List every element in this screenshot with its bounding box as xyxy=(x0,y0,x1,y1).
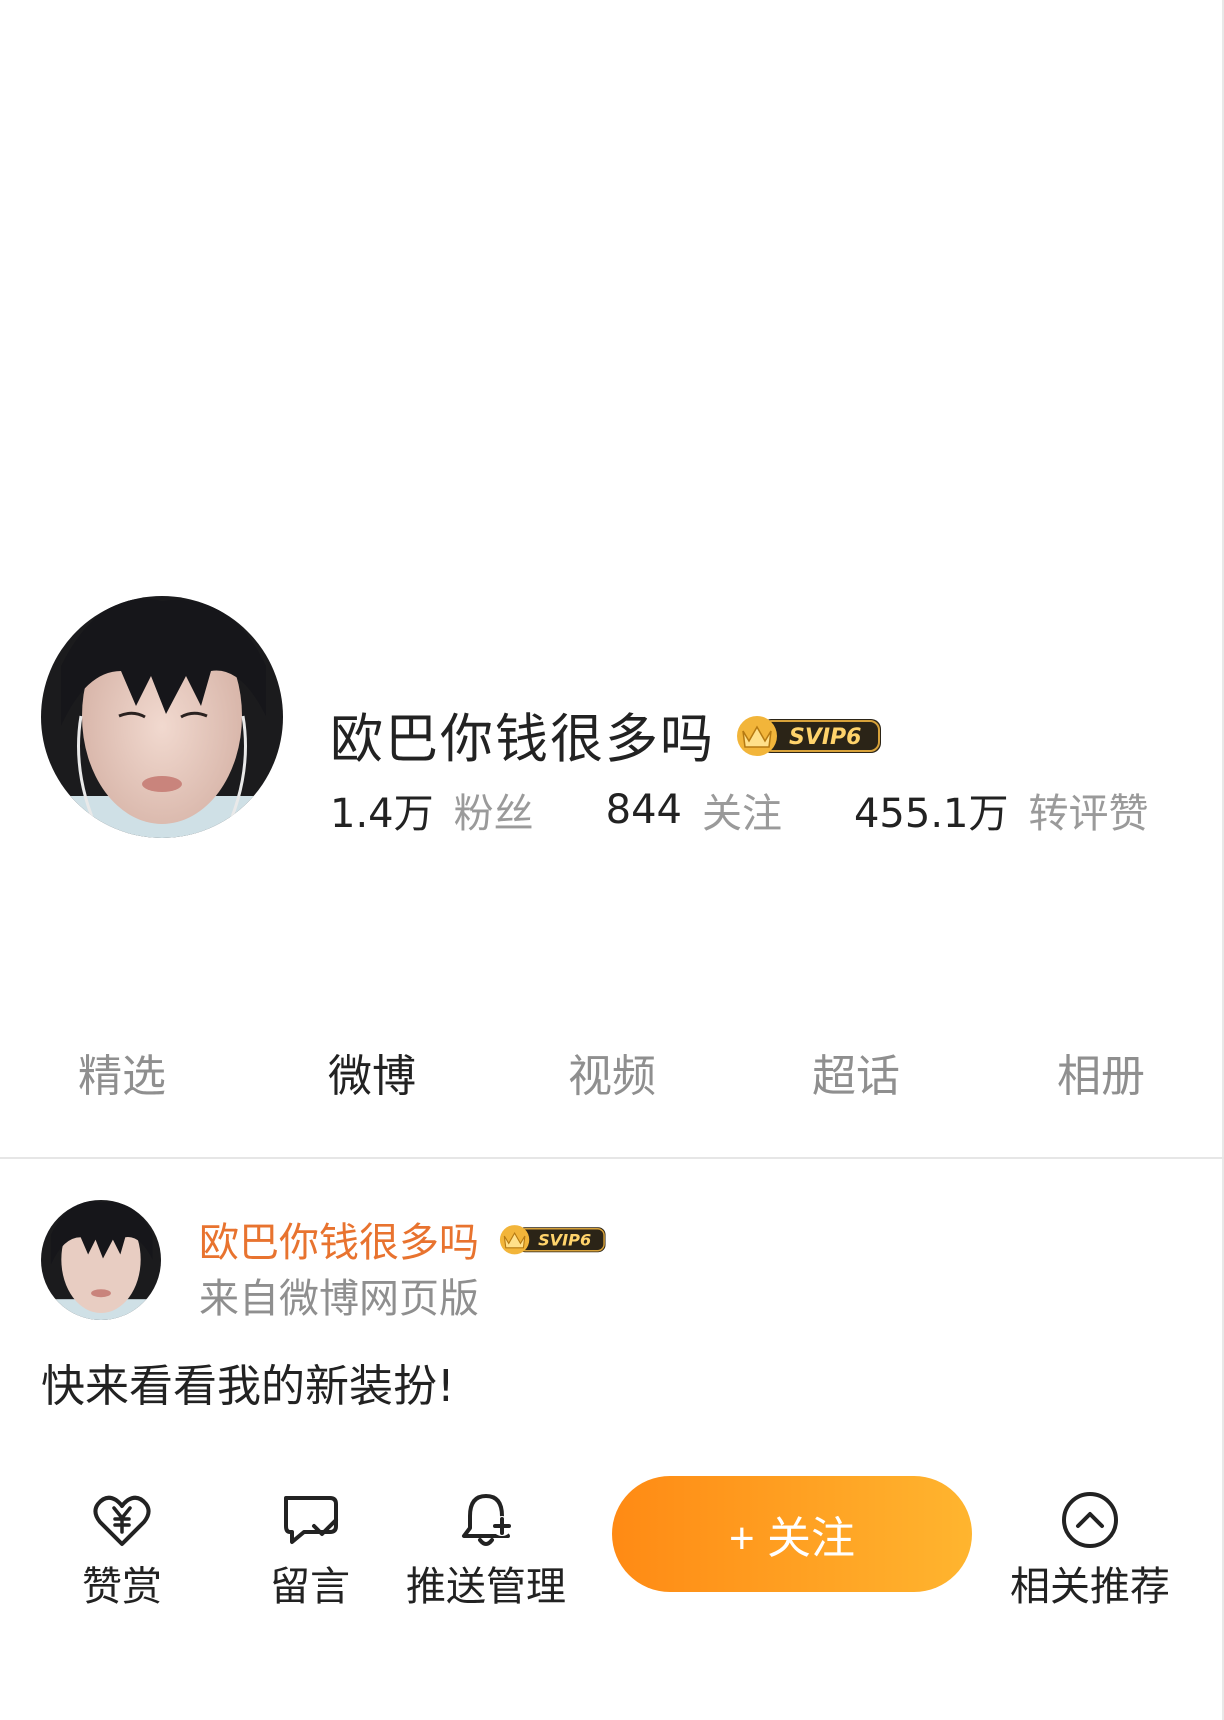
push-settings-label: 推送管理 xyxy=(406,1564,566,1610)
post-author-avatar[interactable] xyxy=(41,1200,161,1320)
crown-icon: SVIP6 xyxy=(499,1225,606,1255)
svip-badge-text: SVIP6 xyxy=(538,1231,591,1250)
svip-badge[interactable]: SVIP6 xyxy=(497,1222,607,1256)
heart-yen-icon xyxy=(93,1495,151,1546)
related-recommendations-button[interactable]: 相关推荐 xyxy=(1010,1488,1170,1612)
follow-button[interactable]: + 关注 xyxy=(612,1476,972,1592)
chevron-up-circle-icon xyxy=(1062,1492,1118,1548)
stat-value: 1.4万 xyxy=(330,791,434,837)
tab-album[interactable]: 相册 xyxy=(1057,1040,1145,1104)
message-label: 留言 xyxy=(270,1564,350,1610)
svip-badge[interactable]: SVIP6 xyxy=(733,713,883,757)
stat-value: 455.1万 xyxy=(853,791,1009,837)
svip-badge-text: SVIP6 xyxy=(789,725,862,750)
stat-following[interactable]: 844 关注 xyxy=(606,781,782,839)
stat-value: 844 xyxy=(605,787,682,833)
reward-label: 赞赏 xyxy=(82,1564,162,1610)
stat-label: 关注 xyxy=(701,791,782,837)
post-body-text: 快来看看我的新装扮! xyxy=(41,1361,455,1412)
profile-name: 欧巴你钱很多吗 xyxy=(330,709,715,770)
stat-label: 转评赞 xyxy=(1028,791,1149,837)
tab-divider xyxy=(0,1157,1224,1159)
reward-button[interactable]: 赞赏 xyxy=(82,1488,162,1612)
stat-reposts-comments-likes[interactable]: 455.1万 转评赞 xyxy=(854,781,1149,839)
message-button[interactable]: 留言 xyxy=(270,1488,350,1612)
tab-video[interactable]: 视频 xyxy=(568,1040,656,1104)
avatar-photo xyxy=(41,596,283,838)
push-settings-button[interactable]: 推送管理 xyxy=(406,1488,566,1612)
profile-stats: 1.4万 粉丝 844 关注 455.1万 转评赞 xyxy=(330,782,1149,838)
profile-cover xyxy=(0,0,1224,580)
post-author-name[interactable]: 欧巴你钱很多吗 xyxy=(199,1210,479,1268)
profile-tabs: 精选 微博 视频 超话 相册 xyxy=(0,1040,1224,1110)
tab-weibo[interactable]: 微博 xyxy=(328,1040,416,1104)
avatar-photo xyxy=(41,1200,161,1320)
post-source: 来自微博网页版 xyxy=(199,1276,479,1322)
tab-super-topic[interactable]: 超话 xyxy=(812,1040,900,1104)
bell-plus-icon xyxy=(462,1494,512,1546)
profile-avatar[interactable] xyxy=(41,596,283,838)
chat-bubble-icon xyxy=(284,1496,338,1544)
tab-featured[interactable]: 精选 xyxy=(78,1040,166,1104)
stat-label: 粉丝 xyxy=(453,791,534,837)
related-recommendations-label: 相关推荐 xyxy=(1010,1564,1170,1610)
crown-icon: SVIP6 xyxy=(737,716,881,756)
stat-followers[interactable]: 1.4万 粉丝 xyxy=(330,781,534,839)
